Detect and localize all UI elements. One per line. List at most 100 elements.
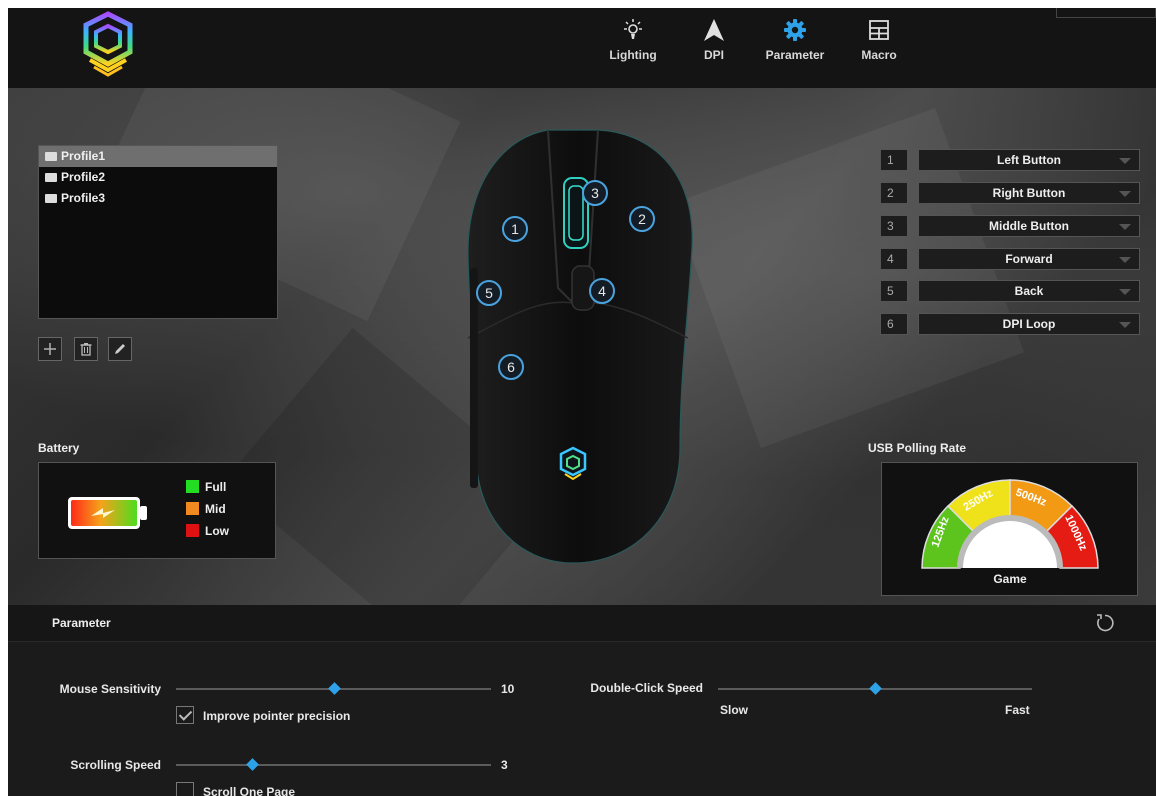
- mouse-illustration: [467, 129, 693, 564]
- mouse-sensitivity-label: Mouse Sensitivity: [59, 682, 161, 696]
- plus-icon: [44, 343, 56, 355]
- improve-precision-checkbox[interactable]: [176, 706, 194, 724]
- legend-mid: Mid: [186, 502, 226, 516]
- slider-thumb[interactable]: [869, 682, 882, 695]
- window-close-button[interactable]: [1056, 8, 1156, 18]
- profile-label: Profile2: [61, 170, 106, 184]
- mouse-sensitivity-value: 10: [501, 682, 515, 696]
- button-number: 2: [880, 182, 908, 204]
- tab-macro-label: Macro: [861, 48, 897, 62]
- brand-logo: [78, 10, 138, 80]
- battery-icon: [68, 497, 147, 529]
- profile-item[interactable]: Profile2: [39, 167, 277, 188]
- legend-label: Full: [205, 480, 227, 494]
- button-function-select[interactable]: Left Button: [918, 149, 1140, 171]
- main-panel: Profile1 Profile2 Profile3 Battery Full …: [8, 88, 1156, 605]
- legend-full: Full: [186, 480, 226, 494]
- mouse-button-badge[interactable]: 5: [476, 280, 502, 306]
- slider-track: [176, 764, 491, 766]
- edit-profile-button[interactable]: [108, 337, 132, 361]
- parameter-controls: Mouse Sensitivity 10 Improve pointer pre…: [8, 641, 1156, 796]
- usb-polling-panel: 125Hz 250Hz 500Hz 1000Hz Game: [881, 462, 1138, 596]
- tab-parameter[interactable]: Parameter: [760, 18, 830, 78]
- mouse-sensitivity-slider[interactable]: [176, 682, 491, 695]
- reset-button[interactable]: [1094, 612, 1116, 634]
- button-function-select[interactable]: Forward: [918, 248, 1140, 270]
- profile-label: Profile1: [61, 149, 106, 163]
- chevron-down-icon: [1119, 257, 1131, 263]
- button-function-label: Forward: [1005, 252, 1053, 266]
- chevron-down-icon: [1119, 289, 1131, 295]
- reset-icon: [1097, 614, 1114, 632]
- double-click-speed-slider[interactable]: [718, 682, 1032, 695]
- button-function-select[interactable]: Middle Button: [918, 215, 1140, 237]
- legend-label: Low: [205, 524, 229, 538]
- chevron-down-icon: [1119, 191, 1131, 197]
- pencil-icon: [115, 344, 125, 354]
- double-click-slow-label: Slow: [720, 703, 749, 717]
- legend-swatch: [186, 502, 199, 515]
- button-function-select[interactable]: Back: [918, 280, 1140, 302]
- mouse-button-badge[interactable]: 1: [502, 216, 528, 242]
- button-function-select[interactable]: Right Button: [918, 182, 1140, 204]
- slider-thumb[interactable]: [245, 758, 259, 771]
- tab-macro[interactable]: Macro: [854, 18, 904, 78]
- app-window: Lighting DPI Parameter Macro Profile1 Pr…: [8, 8, 1156, 796]
- profile-item[interactable]: Profile1: [39, 146, 277, 167]
- chevron-down-icon: [1119, 322, 1131, 328]
- button-function-select[interactable]: DPI Loop: [918, 313, 1140, 335]
- add-profile-button[interactable]: [38, 337, 62, 361]
- folder-icon: [45, 152, 57, 161]
- trash-icon: [80, 343, 92, 356]
- legend-label: Mid: [205, 502, 226, 516]
- grid-icon: [869, 20, 889, 40]
- profile-item[interactable]: Profile3: [39, 188, 277, 209]
- button-function-label: Middle Button: [989, 219, 1069, 233]
- button-function-label: Right Button: [992, 186, 1066, 200]
- tab-dpi[interactable]: DPI: [694, 18, 734, 78]
- legend-swatch: [186, 480, 199, 493]
- gauge-mode-label: Game: [993, 572, 1027, 586]
- button-number: 5: [880, 280, 908, 302]
- legend-swatch: [186, 524, 199, 537]
- battery-title: Battery: [38, 441, 80, 455]
- button-number: 4: [880, 248, 908, 270]
- chevron-down-icon: [1119, 224, 1131, 230]
- tab-lighting-label: Lighting: [609, 48, 657, 62]
- gear-icon: [784, 19, 806, 41]
- tab-dpi-label: DPI: [703, 48, 724, 62]
- double-click-speed-label: Double-Click Speed: [590, 681, 703, 695]
- profile-list: Profile1 Profile2 Profile3: [38, 145, 278, 319]
- mouse-button-badge[interactable]: 4: [589, 278, 615, 304]
- legend-low: Low: [186, 524, 229, 538]
- scroll-one-page-checkbox[interactable]: [176, 782, 194, 796]
- lighting-icon: [624, 19, 642, 39]
- mouse-button-badge[interactable]: 6: [498, 354, 524, 380]
- scrolling-speed-label: Scrolling Speed: [70, 758, 161, 772]
- folder-icon: [45, 194, 57, 203]
- button-function-label: Back: [1014, 284, 1044, 298]
- tab-parameter-label: Parameter: [765, 48, 825, 62]
- mouse-diagram: 1 2 3 4 5 6: [448, 118, 698, 568]
- chevron-down-icon: [1119, 158, 1131, 164]
- delete-profile-button[interactable]: [74, 337, 98, 361]
- dpi-arrow-icon: [704, 19, 724, 41]
- profile-label: Profile3: [61, 191, 106, 205]
- tab-lighting[interactable]: Lighting: [608, 18, 658, 78]
- button-number: 6: [880, 313, 908, 335]
- folder-icon: [45, 173, 57, 182]
- scroll-one-page-label: Scroll One Page: [203, 785, 296, 796]
- mouse-button-badge[interactable]: 2: [629, 206, 655, 232]
- parameter-header: Parameter: [8, 605, 1156, 641]
- scrolling-speed-slider[interactable]: [176, 758, 491, 771]
- button-function-label: DPI Loop: [1002, 317, 1056, 331]
- scrolling-speed-value: 3: [501, 758, 508, 772]
- mouse-button-badge[interactable]: 3: [582, 180, 608, 206]
- parameter-title: Parameter: [52, 616, 111, 630]
- polling-rate-gauge[interactable]: 125Hz 250Hz 500Hz 1000Hz Game: [882, 463, 1139, 597]
- improve-precision-label: Improve pointer precision: [203, 709, 351, 723]
- top-bar: Lighting DPI Parameter Macro: [8, 8, 1156, 88]
- slider-thumb[interactable]: [327, 682, 341, 695]
- usb-polling-title: USB Polling Rate: [868, 441, 967, 455]
- double-click-fast-label: Fast: [1005, 703, 1030, 717]
